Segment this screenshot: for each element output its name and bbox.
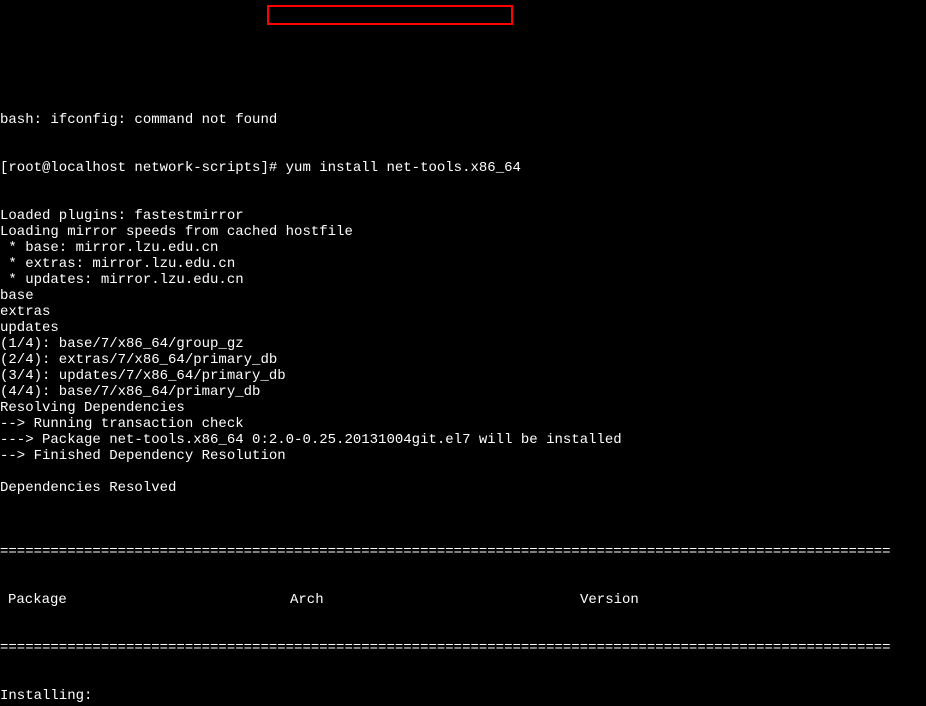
output-line: Resolving Dependencies (0, 400, 926, 416)
output-line: ---> Package net-tools.x86_64 0:2.0-0.25… (0, 432, 926, 448)
output-line: base (0, 288, 926, 304)
col-package: Package (0, 592, 290, 608)
output-line: updates (0, 320, 926, 336)
output-line: (2/4): extras/7/x86_64/primary_db (0, 352, 926, 368)
install-section-label: Installing: (0, 688, 926, 704)
col-arch: Arch (290, 592, 580, 608)
entered-command: yum install net-tools.x86_64 (286, 160, 521, 176)
output-line: (3/4): updates/7/x86_64/primary_db (0, 368, 926, 384)
col-version: Version (580, 592, 926, 608)
command-prompt-line: [root@localhost network-scripts]# yum in… (0, 160, 926, 176)
output-line: (4/4): base/7/x86_64/primary_db (0, 384, 926, 400)
output-line: extras (0, 304, 926, 320)
output-line: * extras: mirror.lzu.edu.cn (0, 256, 926, 272)
output-line: Loaded plugins: fastestmirror (0, 208, 926, 224)
terminal[interactable]: bash: ifconfig: command not found [root@… (0, 80, 926, 706)
prompt: [root@localhost network-scripts]# (0, 160, 277, 176)
output-line: * base: mirror.lzu.edu.cn (0, 240, 926, 256)
output-line: Dependencies Resolved (0, 480, 926, 496)
table-header-row: Package Arch Version (0, 592, 926, 608)
output-line: * updates: mirror.lzu.edu.cn (0, 272, 926, 288)
output-line (0, 496, 926, 512)
output-line: --> Running transaction check (0, 416, 926, 432)
previous-output: bash: ifconfig: command not found (0, 112, 926, 128)
output-line: Loading mirror speeds from cached hostfi… (0, 224, 926, 240)
output-line: (1/4): base/7/x86_64/group_gz (0, 336, 926, 352)
output-line: --> Finished Dependency Resolution (0, 448, 926, 464)
highlight-rectangle (267, 5, 513, 25)
divider: ========================================… (0, 544, 926, 560)
output-line (0, 464, 926, 480)
divider: ========================================… (0, 640, 926, 656)
